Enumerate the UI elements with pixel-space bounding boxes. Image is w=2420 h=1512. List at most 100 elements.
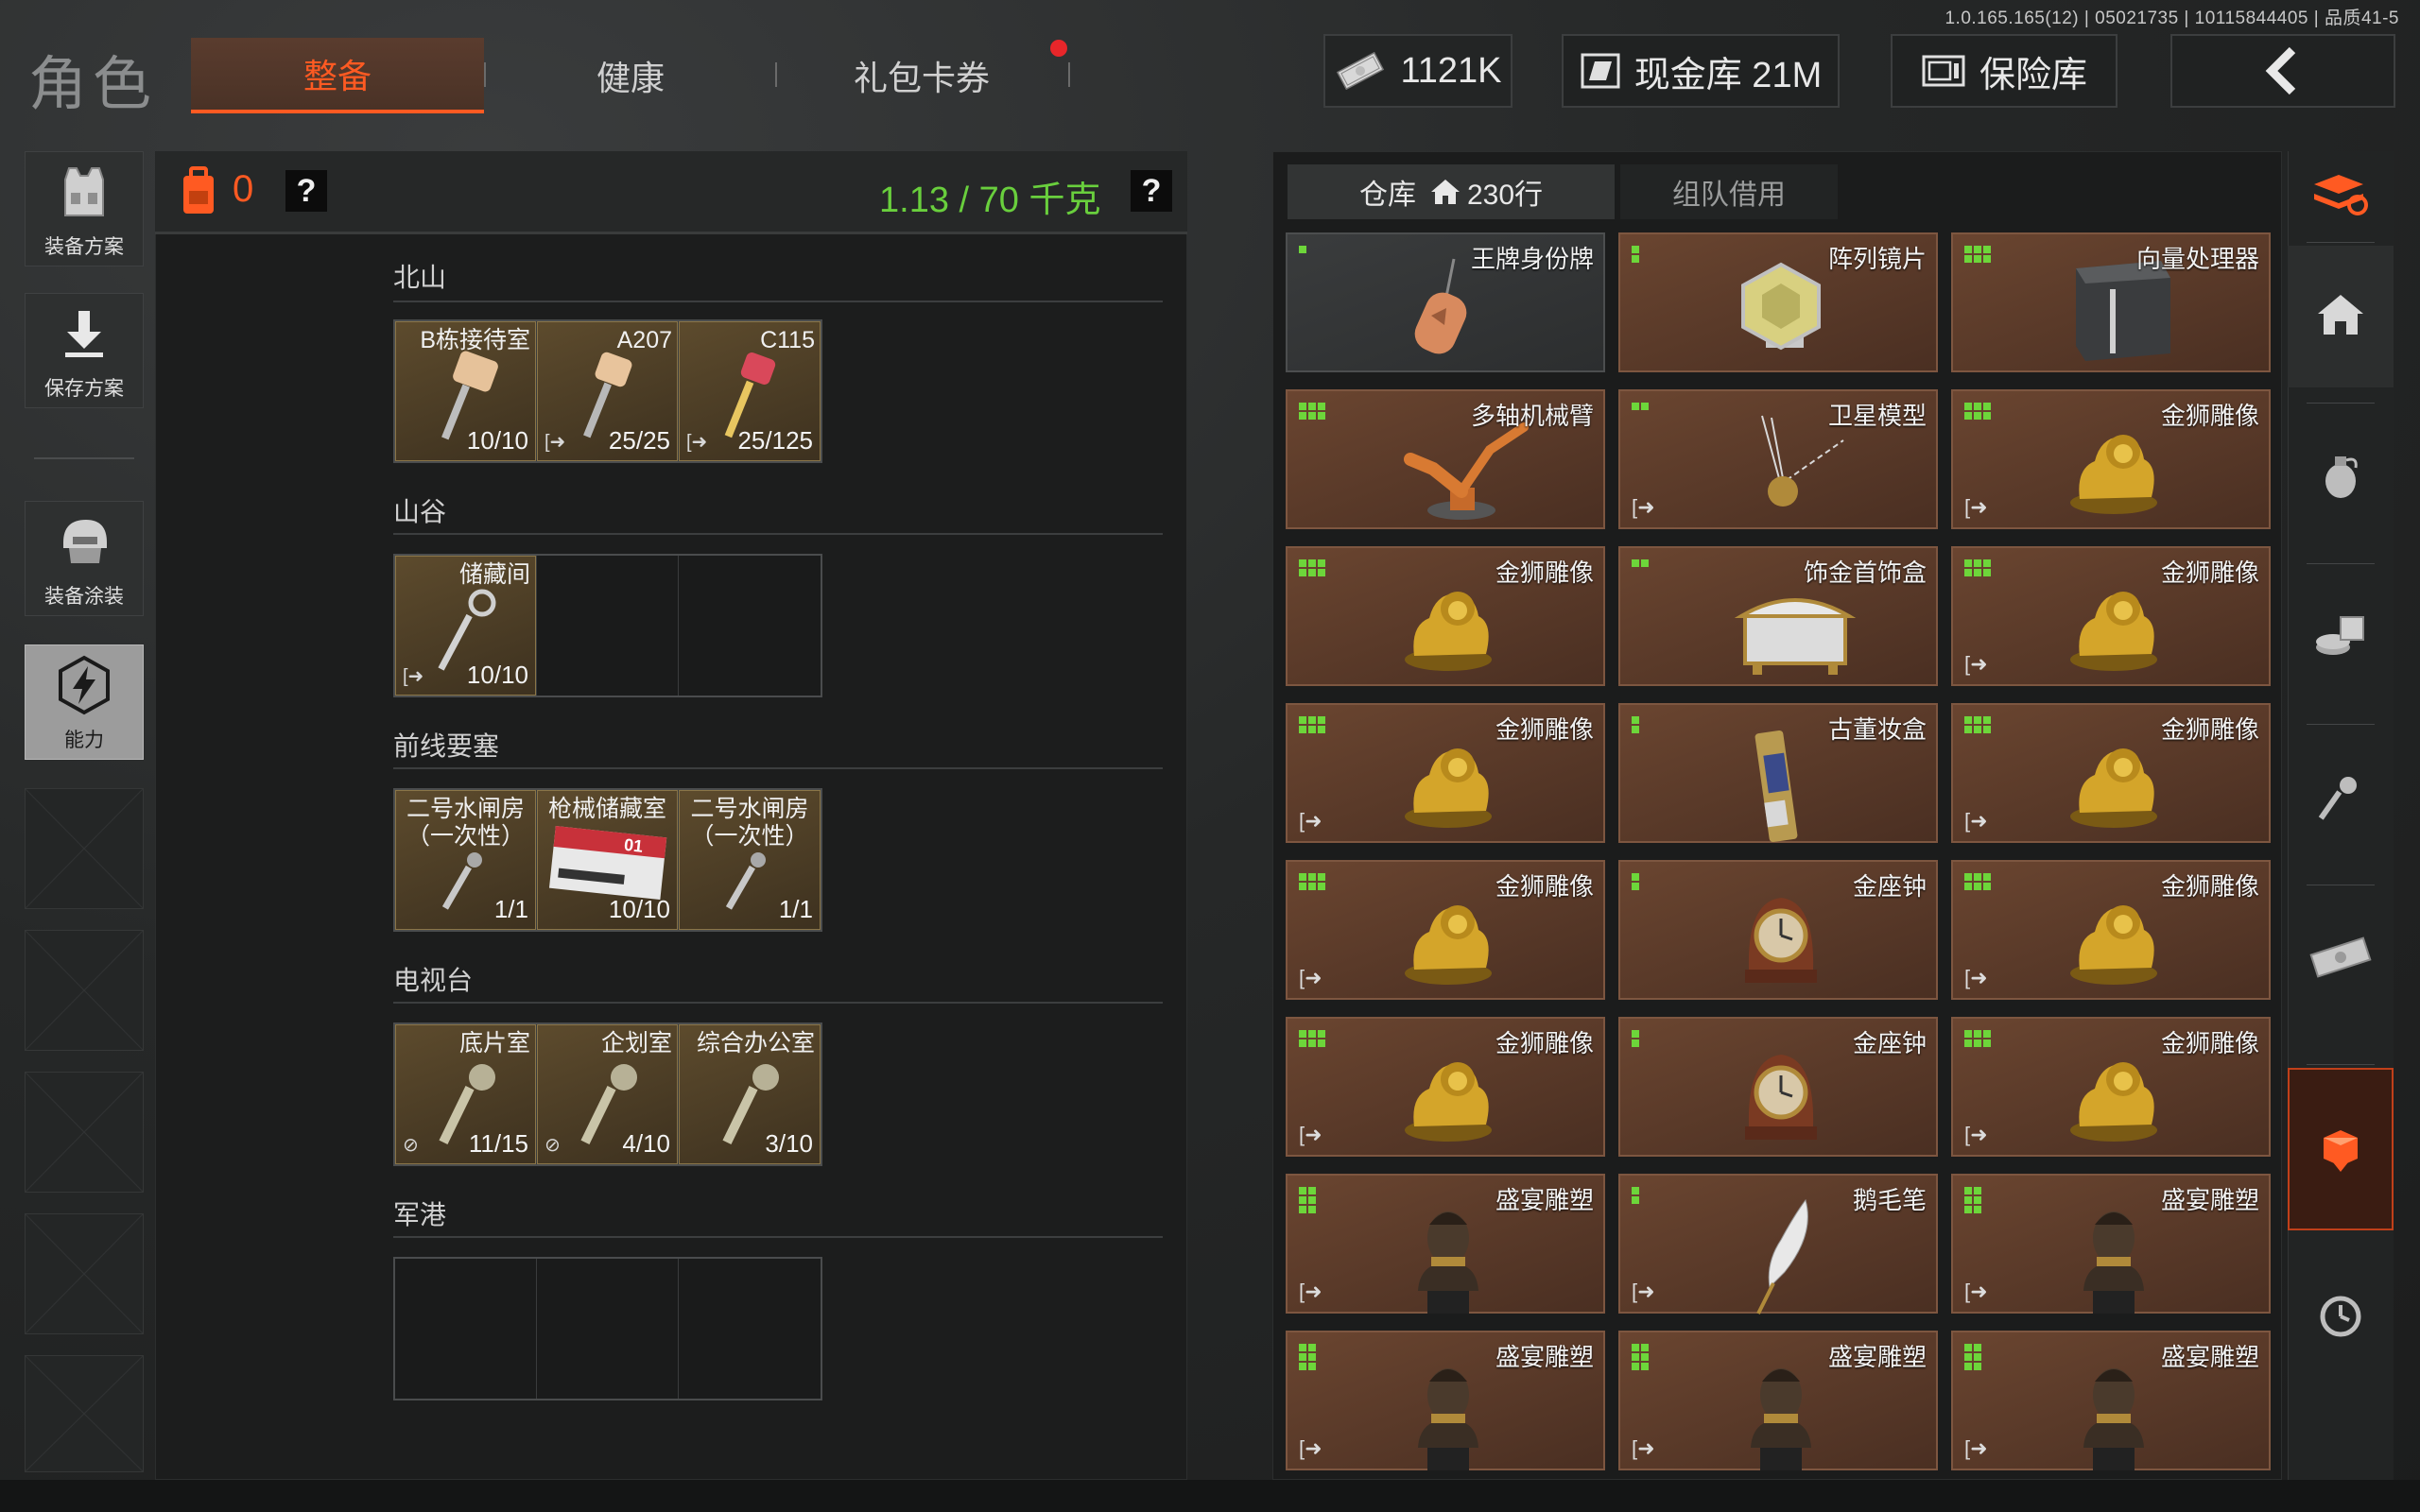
category-button-coins[interactable] [2288,567,2394,709]
size-grid-icon [1632,716,1639,733]
key-card[interactable]: C115 [➜ 25/125 [679,321,821,461]
item-card[interactable]: 金狮雕像 [➜ [1951,546,2271,686]
currency-display[interactable]: 1121K [1323,34,1512,108]
item-card[interactable]: 饰金首饰盒 [1618,546,1938,686]
category-button-money[interactable] [2288,888,2394,1030]
key-card[interactable]: 二号水闸房 （一次性） 1/1 [395,790,537,930]
key-card[interactable]: 企划室 ⊘ 4/10 [537,1024,679,1164]
cash-vault-button[interactable]: 现金库 21M [1562,34,1840,108]
item-card[interactable]: 金狮雕像 [➜ [1286,1017,1605,1157]
ability-button[interactable]: 能力 [25,644,144,760]
vault-icon [1581,53,1620,89]
section-divider [393,533,1163,535]
loadout-plan-button[interactable]: 装备方案 [25,151,144,266]
category-button-home[interactable] [2288,246,2394,387]
extract-icon: [➜ [1299,1123,1322,1146]
key-card[interactable]: 底片室 ⊘ 11/15 [395,1024,537,1164]
key-name: 企划室 [600,1030,672,1057]
item-card[interactable]: 金座钟 [1618,860,1938,1000]
empty-slot [25,1072,144,1193]
item-card[interactable]: 卫星模型 [➜ [1618,389,1938,529]
page-title: 角色 [28,52,158,117]
key-card[interactable]: B栋接待室 10/10 [395,321,537,461]
equipment-skin-button[interactable]: 装备涂装 [25,501,144,616]
size-grid-icon [1964,559,1991,576]
item-card[interactable]: 古董妆盒 [1618,703,1938,843]
key-card[interactable]: 二号水闸房 （一次性） 1/1 [679,790,821,930]
back-button[interactable] [2170,34,2395,108]
category-button-key[interactable] [2288,728,2394,869]
weight-help-button[interactable]: ? [1131,170,1172,212]
category-button-clock[interactable] [2288,1257,2394,1380]
empty-key-slot [537,556,679,696]
extract-icon: [➜ [1299,1280,1322,1303]
key-card[interactable]: 综合办公室 3/10 [679,1024,821,1164]
rail-divider [2307,242,2375,243]
item-card[interactable]: 多轴机械臂 [1286,389,1605,529]
item-card[interactable]: 金狮雕像 [➜ [1951,1017,2271,1157]
category-button-grenade[interactable] [2288,406,2394,548]
item-card[interactable]: 王牌身份牌 [1286,232,1605,372]
safe-icon [1922,55,1965,87]
item-card[interactable]: 金狮雕像 [➜ [1951,860,2271,1000]
key-grid-valley: 储藏间 [➜ 10/10 [393,554,822,697]
empty-key-slot [679,556,821,696]
size-grid-icon [1299,403,1325,420]
tab-warehouse[interactable]: 仓库 230行 [1288,164,1615,219]
extract-icon: [➜ [686,432,708,453]
item-card[interactable]: 阵列镜片 [1618,232,1938,372]
size-grid-icon [1632,1344,1649,1370]
tab-health-label: 健康 [596,59,665,97]
empty-slot [25,1213,144,1334]
tab-gift-cards[interactable]: 礼包卡券 [775,38,1068,113]
bust-icon [2057,1353,2170,1481]
item-card[interactable]: 鹅毛笔 [➜ [1618,1174,1938,1314]
tab-health[interactable]: 健康 [484,38,777,113]
save-plan-button[interactable]: 保存方案 [25,293,144,408]
size-grid-icon [1964,1344,1981,1370]
item-card[interactable]: 盛宴雕塑 [➜ [1286,1174,1605,1314]
size-grid-icon [1632,1187,1639,1204]
item-card[interactable]: 金狮雕像 [➜ [1951,703,2271,843]
size-grid-icon [1299,559,1325,576]
extract-icon: [➜ [1299,809,1322,833]
tab-warehouse-label: 仓库 [1358,180,1416,211]
key-card[interactable]: 储藏间 [➜ 10/10 [395,556,537,696]
key-name: 底片室 [458,1030,530,1057]
tab-team-borrow[interactable]: 组队借用 [1620,164,1838,219]
item-name: 金座钟 [1852,872,1927,901]
item-card[interactable]: 金狮雕像 [➜ [1286,860,1605,1000]
size-grid-icon [1964,873,1991,890]
section-title-naval-port: 军港 [393,1200,447,1229]
section-divider [393,1002,1163,1004]
tab-equipment[interactable]: 整备 [191,38,484,113]
bottom-strip [0,1480,2420,1512]
item-name: 鹅毛笔 [1852,1186,1927,1214]
empty-key-slot [395,1259,537,1399]
key-count: 10/10 [466,426,528,455]
category-button-stack-refresh[interactable] [2288,151,2394,238]
item-card[interactable]: 金狮雕像 [➜ [1286,703,1605,843]
item-card[interactable]: 盛宴雕塑 [➜ [1951,1174,2271,1314]
no-extract-icon: ⊘ [544,1135,561,1156]
item-card[interactable]: 盛宴雕塑 [➜ [1618,1331,1938,1470]
category-button-box-down[interactable] [2288,1068,2394,1230]
backpack-help-button[interactable]: ? [285,170,327,212]
key-grid-fortress: 二号水闸房 （一次性） 1/1 枪械储藏室 01 10/10 二号水闸房 （一次… [393,788,822,932]
item-name: 盛宴雕塑 [2160,1186,2259,1214]
item-card[interactable]: 金座钟 [1618,1017,1938,1157]
size-grid-icon [1299,1030,1325,1047]
safe-button[interactable]: 保险库 [1891,34,2118,108]
item-card[interactable]: 盛宴雕塑 [➜ [1286,1331,1605,1470]
empty-slot [25,930,144,1051]
item-card[interactable]: 向量处理器 [1951,232,2271,372]
item-card[interactable]: 盛宴雕塑 [➜ [1951,1331,2271,1470]
item-card[interactable]: 金狮雕像 [1286,546,1605,686]
quill-icon [1724,1196,1828,1324]
key-card[interactable]: A207 [➜ 25/25 [537,321,679,461]
item-card[interactable]: 金狮雕像 [➜ [1951,389,2271,529]
size-grid-icon [1299,246,1306,253]
empty-key-slot [537,1259,679,1399]
key-card[interactable]: 枪械储藏室 01 10/10 [537,790,679,930]
home-icon [1430,180,1460,204]
